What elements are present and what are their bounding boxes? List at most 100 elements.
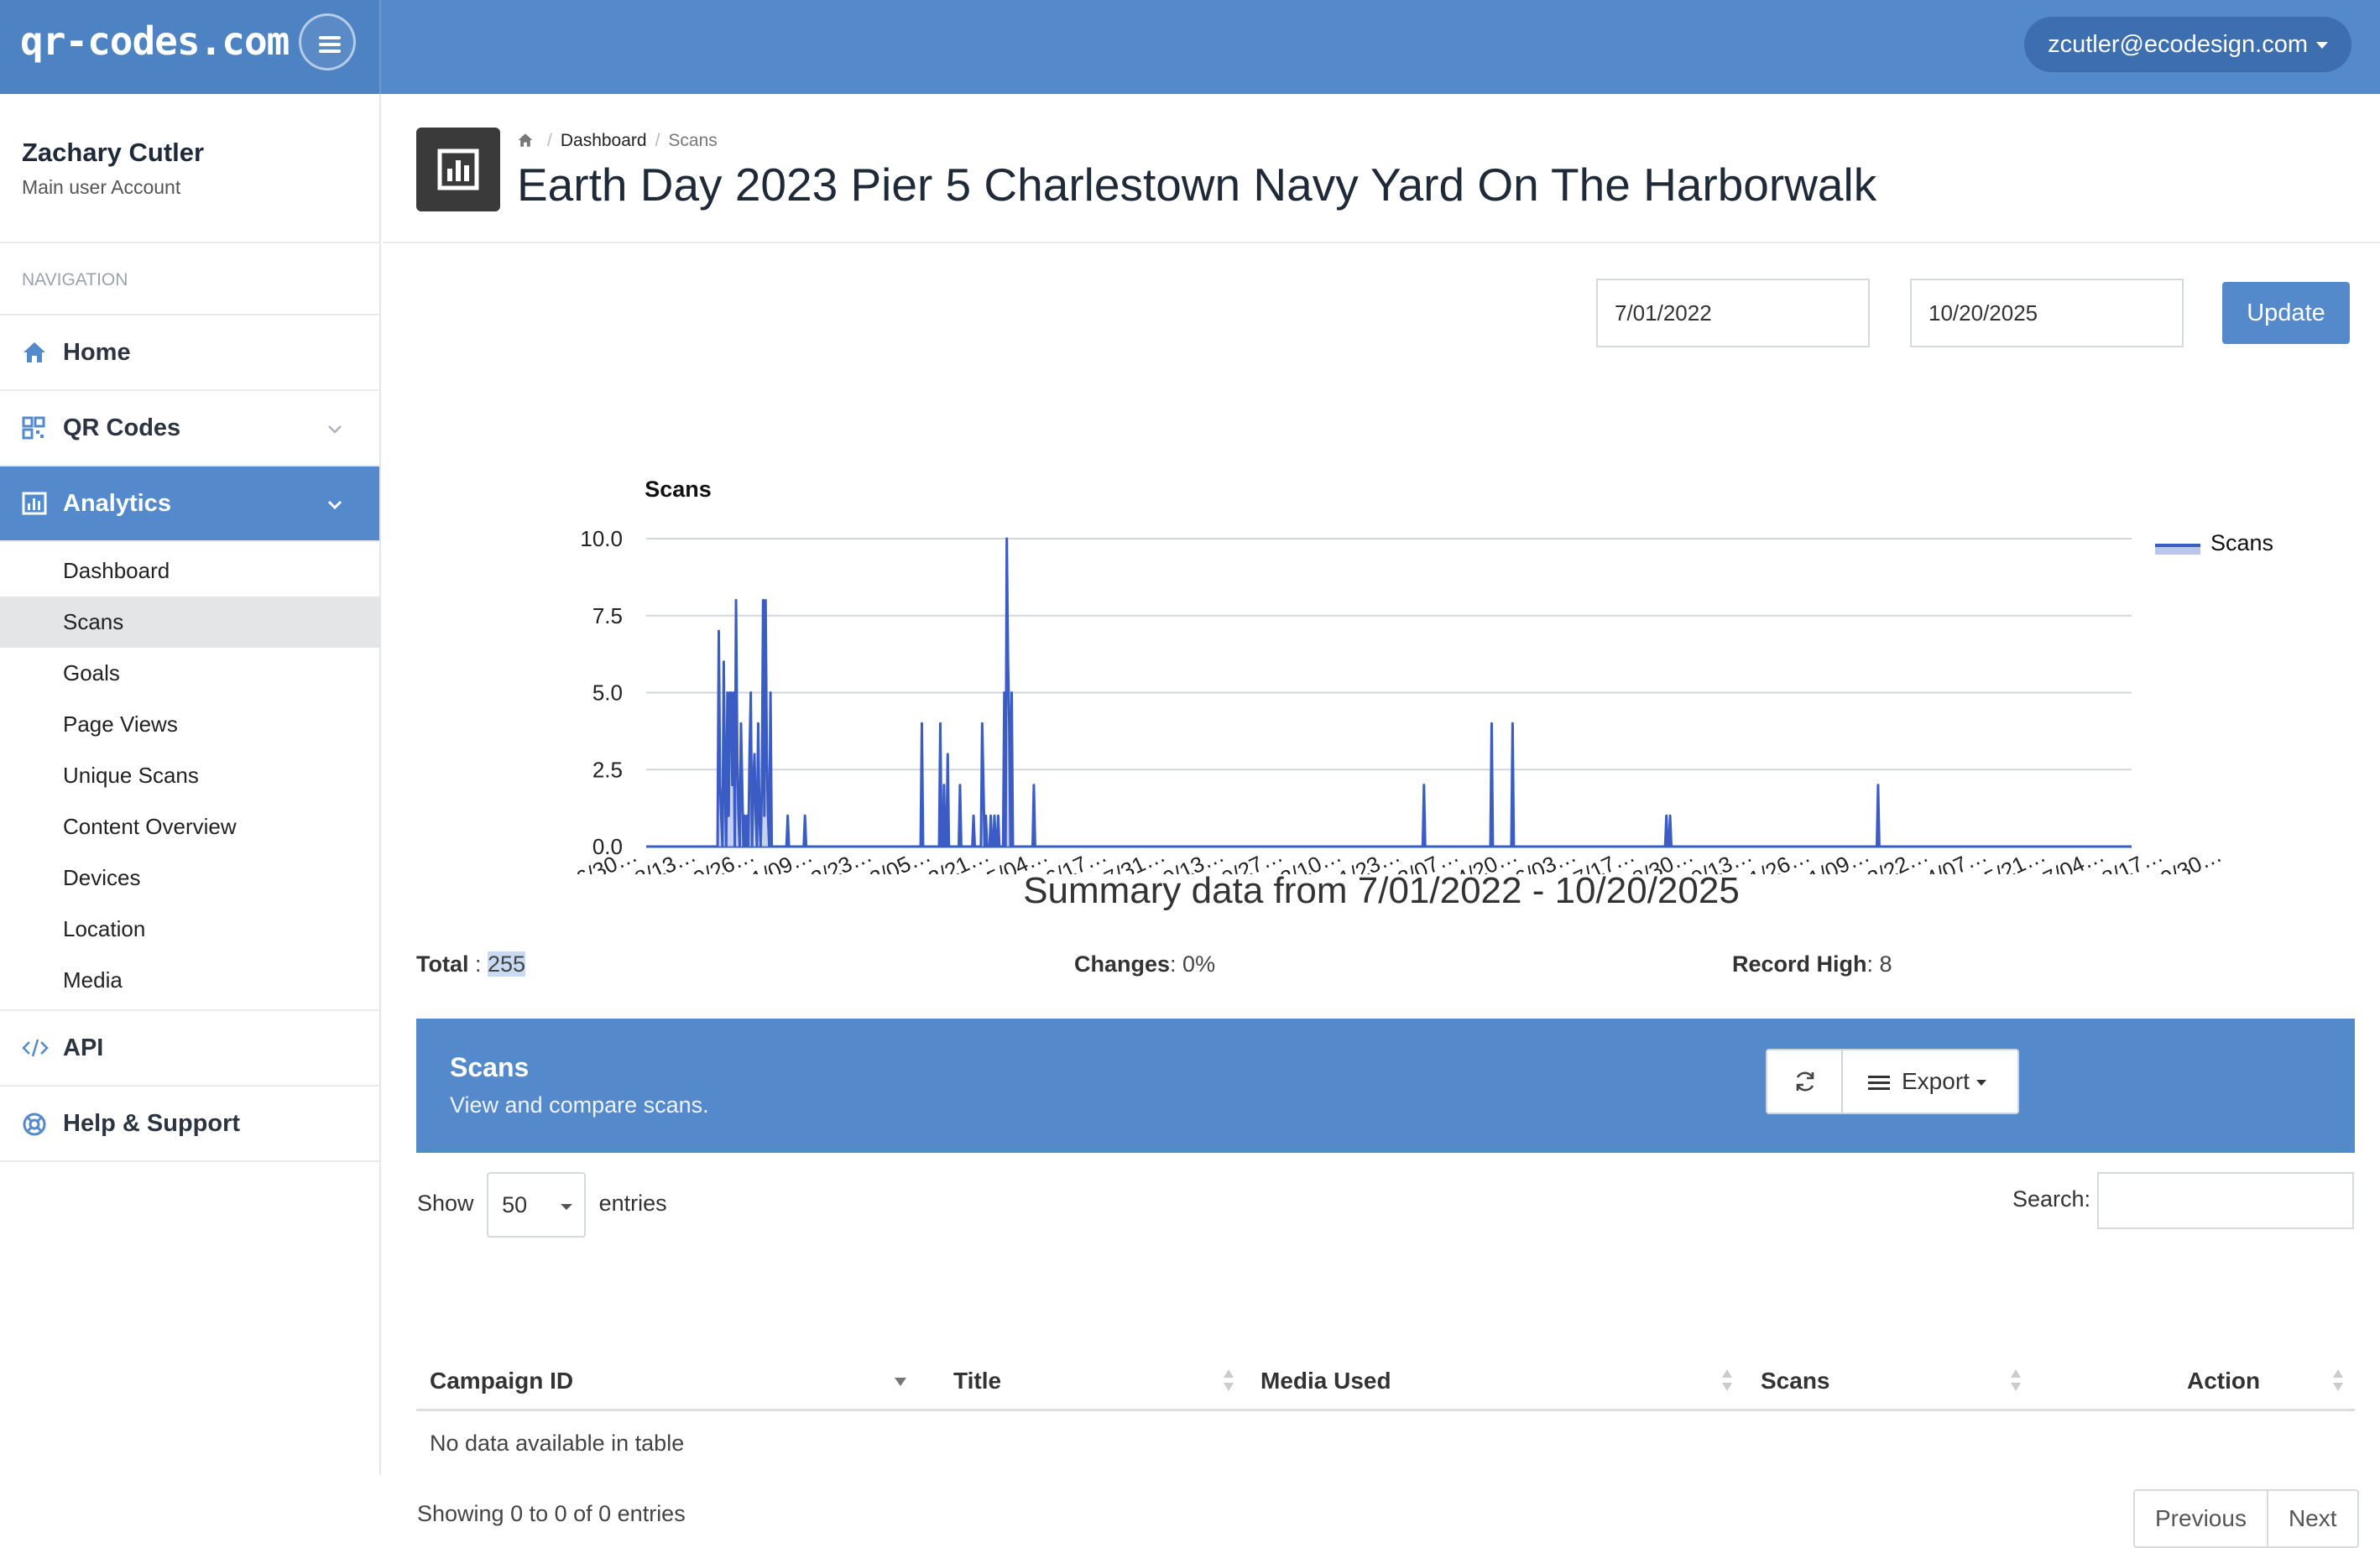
submenu-item-dashboard[interactable]: Dashboard [0, 545, 379, 597]
sidebar-item-label: Home [63, 339, 131, 366]
panel-subtitle: View and compare scans. [450, 1092, 709, 1118]
sort-icon [1720, 1368, 1734, 1393]
breadcrumb-dashboard-link[interactable]: Dashboard [561, 131, 647, 150]
submenu-item-devices[interactable]: Devices [0, 852, 379, 904]
column-header-scans[interactable]: Scans [1761, 1368, 1830, 1394]
export-label: Export [1902, 1068, 1970, 1094]
scans-chart: Scans0.02.55.07.510.006/30…08/13…09/26…1… [383, 455, 2380, 874]
page-icon [416, 128, 500, 211]
sidebar-item-api[interactable]: API [0, 1011, 379, 1087]
breadcrumb: /Dashboard/Scans [517, 131, 718, 151]
user-name: Zachary Cutler [22, 138, 379, 168]
panel-title: Scans [450, 1052, 529, 1083]
column-header-title[interactable]: Title [953, 1368, 1001, 1394]
pagination-previous-button[interactable]: Previous [2135, 1491, 2267, 1546]
brand-area: qr-codes.com [0, 0, 381, 94]
stat-total-value: 255 [488, 951, 525, 977]
submenu-item-page-views[interactable]: Page Views [0, 699, 379, 750]
home-icon[interactable] [517, 133, 534, 148]
caret-down-icon [2316, 42, 2328, 49]
user-role: Main user Account [22, 176, 379, 199]
column-header-campaign-id[interactable]: Campaign ID [430, 1368, 573, 1394]
sort-icon [1222, 1368, 1235, 1393]
scans-table: Campaign ID Title Media Used Scans Actio… [416, 1353, 2355, 1477]
sort-icon [2331, 1368, 2345, 1393]
caret-down-icon [1976, 1080, 1986, 1086]
logo[interactable]: qr-codes.com [20, 18, 289, 64]
chevron-down-icon [327, 425, 342, 435]
bar-chart-icon [437, 149, 479, 190]
column-header-action[interactable]: Action [2187, 1368, 2260, 1394]
code-icon [22, 1036, 49, 1060]
stat-record-label: Record High [1732, 951, 1867, 977]
panel-actions: Export [1766, 1049, 2019, 1114]
sidebar-item-home[interactable]: Home [0, 315, 379, 391]
table-info: Showing 0 to 0 of 0 entries [417, 1501, 686, 1527]
export-button[interactable]: Export [1843, 1050, 2017, 1113]
search-input[interactable] [2097, 1172, 2354, 1229]
entries-select-value: 50 [502, 1192, 527, 1217]
column-header-media-used[interactable]: Media Used [1260, 1368, 1391, 1394]
sidebar: Zachary Cutler Main user Account NAVIGAT… [0, 94, 381, 1475]
end-date-input[interactable]: 10/20/2025 [1910, 279, 2184, 347]
menu-toggle-button[interactable] [299, 13, 356, 70]
start-date-input[interactable]: 7/01/2022 [1596, 279, 1870, 347]
sidebar-item-label: Help & Support [63, 1110, 240, 1137]
top-bar: qr-codes.com zcutler@ecodesign.com [0, 0, 2380, 94]
submenu-item-unique-scans[interactable]: Unique Scans [0, 750, 379, 801]
y-tick-label: 7.5 [592, 603, 623, 628]
submenu-item-scans[interactable]: Scans [0, 597, 379, 648]
sidebar-item-label: API [63, 1035, 103, 1061]
user-profile: Zachary Cutler Main user Account [0, 94, 379, 243]
submenu-item-content-overview[interactable]: Content Overview [0, 801, 379, 852]
sidebar-item-label: Analytics [63, 490, 171, 517]
sort-desc-icon [893, 1376, 908, 1388]
sidebar-item-label: QR Codes [63, 414, 180, 441]
pagination: Previous Next [2133, 1489, 2359, 1548]
y-tick-label: 2.5 [592, 757, 623, 782]
user-email: zcutler@ecodesign.com [2048, 31, 2308, 58]
list-icon [1868, 1074, 1890, 1092]
sidebar-item-help-support[interactable]: Help & Support [0, 1087, 379, 1162]
breadcrumb-separator: / [655, 131, 660, 150]
hamburger-icon [316, 30, 344, 59]
chart-title: Scans [645, 477, 712, 502]
pagination-next-button[interactable]: Next [2267, 1491, 2357, 1546]
stat-changes: Changes: 0% [1074, 951, 1215, 977]
stat-changes-label: Changes [1074, 951, 1170, 977]
stat-total-label: Total [416, 951, 469, 977]
analytics-submenu: Dashboard Scans Goals Page Views Unique … [0, 542, 379, 1011]
refresh-button[interactable] [1767, 1050, 1843, 1113]
nav-section-label: NAVIGATION [0, 243, 379, 315]
stat-total: Total : 255 [416, 951, 525, 977]
scans-panel-header: Scans View and compare scans. Export [416, 1019, 2355, 1153]
entries-label: entries [599, 1191, 667, 1216]
chevron-down-icon [327, 500, 342, 510]
submenu-item-goals[interactable]: Goals [0, 648, 379, 699]
submenu-item-location[interactable]: Location [0, 904, 379, 955]
sidebar-item-analytics[interactable]: Analytics [0, 466, 379, 542]
lifebuoy-icon [22, 1112, 47, 1137]
sidebar-item-qr-codes[interactable]: QR Codes [0, 391, 379, 466]
legend-label: Scans [2210, 530, 2273, 555]
qr-icon [22, 416, 45, 440]
stat-record-high: Record High: 8 [1732, 951, 1892, 977]
page-header: /Dashboard/Scans Earth Day 2023 Pier 5 C… [383, 94, 2380, 243]
bar-chart-icon [22, 492, 47, 515]
submenu-item-media[interactable]: Media [0, 955, 379, 1006]
home-icon [22, 341, 47, 364]
table-header: Campaign ID Title Media Used Scans Actio… [416, 1353, 2355, 1411]
show-label: Show [417, 1191, 474, 1216]
y-tick-label: 5.0 [592, 680, 623, 706]
entries-select[interactable]: 50 [487, 1172, 586, 1238]
stat-changes-value: 0% [1182, 951, 1215, 977]
stat-record-value: 8 [1880, 951, 1892, 977]
update-button[interactable]: Update [2222, 282, 2350, 344]
search-label: Search: [2012, 1186, 2090, 1212]
breadcrumb-current: Scans [668, 131, 717, 150]
entries-length-control: Show 50 entries [417, 1172, 667, 1238]
table-search: Search: [2012, 1172, 2354, 1229]
table-empty-message: No data available in table [416, 1411, 2355, 1477]
user-menu-button[interactable]: zcutler@ecodesign.com [2024, 17, 2351, 72]
page-title: Earth Day 2023 Pier 5 Charlestown Navy Y… [517, 158, 1876, 211]
